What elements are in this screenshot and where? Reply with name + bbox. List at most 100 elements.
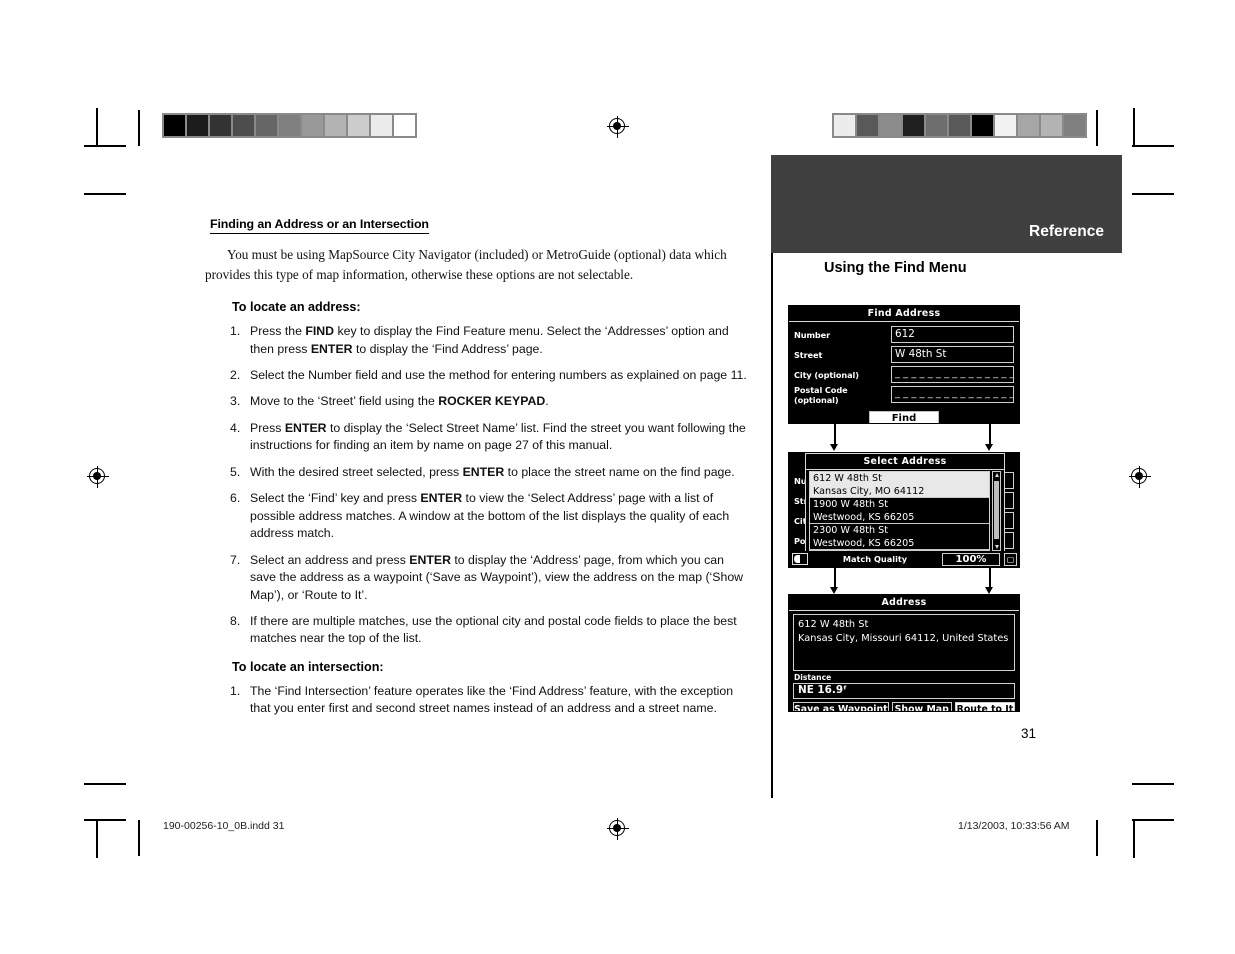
crop-mark-bottom-left-horizontal xyxy=(84,783,126,785)
calibration-swatch xyxy=(903,115,924,136)
list-item: 1. Press the FIND key to display the Find… xyxy=(205,323,750,358)
calibration-swatch xyxy=(394,115,415,136)
field-value[interactable]: W 48th St xyxy=(891,346,1014,363)
field-label: Street xyxy=(794,349,823,360)
calibration-swatch xyxy=(834,115,855,136)
key-name-emphasis: ENTER xyxy=(284,420,327,435)
calibration-swatch xyxy=(233,115,254,136)
crop-mark-top-left-vertical xyxy=(96,108,98,146)
match-quality-value: 100% xyxy=(942,552,1000,566)
key-name-emphasis: ENTER xyxy=(462,464,505,479)
footer-file-name: 190-00256-10_0B.indd 31 xyxy=(163,820,285,832)
list-item-text: Move to the ‘Street’ field using the xyxy=(250,394,439,409)
body-text-column: Finding an Address or an Intersection Yo… xyxy=(205,215,750,730)
calibration-swatch xyxy=(949,115,970,136)
find-button-wrap: Find xyxy=(789,406,1019,423)
scroll-up-arrow-icon[interactable] xyxy=(994,473,999,477)
crop-mark-bottom-right-horizontal2 xyxy=(1132,819,1174,821)
list-item-number: 1. xyxy=(230,324,241,339)
key-name-emphasis: ENTER xyxy=(409,552,451,567)
grayscale-calibration-strip-left xyxy=(162,113,417,138)
registration-target-top-center xyxy=(607,116,629,138)
section-title-using-find-menu: Using the Find Menu xyxy=(824,260,967,276)
list-item: 7. Select an address and press ENTER to d… xyxy=(205,552,750,604)
registration-target-right-middle xyxy=(1129,466,1151,488)
page-number: 31 xyxy=(1021,726,1037,741)
address-text-box: 612 W 48th St Kansas City, Missouri 6411… xyxy=(793,614,1015,671)
scrollbar-thumb[interactable] xyxy=(994,481,999,539)
list-item: 8. If there are multiple matches, use the… xyxy=(205,613,750,648)
select-address-status-bar: Match Quality 100% ▢ xyxy=(789,551,1019,567)
field-value[interactable]: _ _ _ _ _ _ _ _ _ _ _ _ _ _ _ _ xyxy=(891,366,1014,383)
select-address-list[interactable]: 612 W 48th St Kansas City, MO 64112 1900 W… xyxy=(809,471,990,551)
list-item: 3. Move to the ‘Street’ field using the R… xyxy=(205,393,750,410)
list-item[interactable]: 1900 W 48th St Westwood, KS 66205 xyxy=(810,498,989,524)
field-label: Number xyxy=(794,329,831,340)
key-name-emphasis: ROCKER KEYPAD xyxy=(438,394,546,409)
find-address-field-row: Postal Code (optional) _ _ _ _ _ _ _ _ _ … xyxy=(794,385,1014,405)
find-address-field-row: Number 612 xyxy=(794,326,1014,343)
address-titlebar: Address xyxy=(789,595,1019,611)
calibration-swatch xyxy=(164,115,185,136)
field-value[interactable]: 612 xyxy=(891,326,1014,343)
screenshot-find-address: Find Address Number 612 Street W 48th St Cit… xyxy=(788,305,1020,424)
crop-mark-left-upper-horizontal xyxy=(84,193,126,195)
address-city-line: Westwood, KS 66205 xyxy=(813,511,915,523)
subheading-locate-address: To locate an address: xyxy=(232,300,361,315)
crop-mark-bottom-left-horizontal2 xyxy=(84,819,126,821)
list-item: 5. With the desired street selected, pres… xyxy=(205,464,750,481)
screenshot-address-detail: Address 612 W 48th St Kansas City, Misso… xyxy=(788,594,1020,712)
address-city-line: Kansas City, MO 64112 xyxy=(813,485,925,497)
bleed-rule-top-right xyxy=(1096,110,1098,146)
list-item: 2. Select the Number field and use the me… xyxy=(205,367,750,384)
key-name-emphasis: ENTER xyxy=(310,341,353,356)
calibration-swatch xyxy=(325,115,346,136)
screenshot-select-address: Num612StreW 48th StCity_ _ _ _ _ _ _ _ _… xyxy=(788,452,1020,568)
select-address-scrollbar[interactable] xyxy=(992,471,1001,551)
calibration-swatch xyxy=(279,115,300,136)
list-item-number: 5. xyxy=(230,464,241,479)
distance-label: Distance xyxy=(794,673,832,682)
select-address-overlay: Select Address 612 W 48th St Kansas City,… xyxy=(805,453,1005,554)
find-button[interactable]: Find xyxy=(868,411,940,423)
address-action-button[interactable]: Route to It xyxy=(954,702,1016,711)
address-line-2: Kansas City, Missouri 64112, United Stat… xyxy=(798,633,1009,644)
calibration-swatch xyxy=(1018,115,1039,136)
address-action-button[interactable]: Save as Waypoint xyxy=(793,702,889,711)
list-item: 1. The ‘Find Intersection’ feature operat… xyxy=(205,683,750,718)
intersection-steps-list: 1. The ‘Find Intersection’ feature operat… xyxy=(205,683,750,718)
calibration-swatch xyxy=(348,115,369,136)
find-address-field-row: Street W 48th St xyxy=(794,346,1014,363)
address-action-button[interactable]: Show Map xyxy=(891,702,952,711)
footer-timestamp: 1/13/2003, 10:33:56 AM xyxy=(958,820,1070,832)
find-address-fields: Number 612 Street W 48th St City (optional) _… xyxy=(789,322,1019,405)
list-item-text: With the desired street selected, press xyxy=(250,464,463,479)
calibration-swatch xyxy=(371,115,392,136)
address-steps-list: 1. Press the FIND key to display the Find… xyxy=(205,323,750,648)
calibration-swatch xyxy=(1041,115,1062,136)
list-item[interactable]: 2300 W 48th St Westwood, KS 66205 xyxy=(810,524,989,550)
calibration-swatch xyxy=(995,115,1016,136)
calibration-swatch xyxy=(926,115,947,136)
list-item[interactable]: 612 W 48th St Kansas City, MO 64112 xyxy=(810,472,989,498)
bleed-rule-bottom-right xyxy=(1096,820,1098,856)
find-address-field-row: City (optional) _ _ _ _ _ _ _ _ _ _ _ _ _… xyxy=(794,366,1014,383)
list-item-number: 2. xyxy=(230,367,241,382)
find-address-titlebar: Find Address xyxy=(789,306,1019,322)
calibration-swatch xyxy=(880,115,901,136)
list-item-text: Press xyxy=(250,420,285,435)
calibration-swatch xyxy=(210,115,231,136)
page-title: Finding an Address or an Intersection xyxy=(210,217,429,234)
calibration-swatch xyxy=(187,115,208,136)
list-item-text: Select the ‘Find’ key and press xyxy=(250,491,421,506)
list-item: 6. Select the ‘Find’ key and press ENTER … xyxy=(205,490,750,542)
crop-mark-bottom-right-horizontal xyxy=(1132,783,1174,785)
field-value[interactable]: _ _ _ _ _ _ _ _ _ _ _ _ _ _ _ _ xyxy=(891,386,1014,403)
calibration-swatch xyxy=(857,115,878,136)
list-item-text: . xyxy=(545,394,549,409)
address-street-line: 2300 W 48th St xyxy=(813,525,888,536)
field-label: City (optional) xyxy=(794,369,859,380)
address-action-buttons: Save as Waypoint Show Map Route to It xyxy=(793,702,1016,711)
list-item: 4. Press ENTER to display the ‘Select Str… xyxy=(205,420,750,455)
scroll-down-arrow-icon[interactable] xyxy=(994,545,999,549)
